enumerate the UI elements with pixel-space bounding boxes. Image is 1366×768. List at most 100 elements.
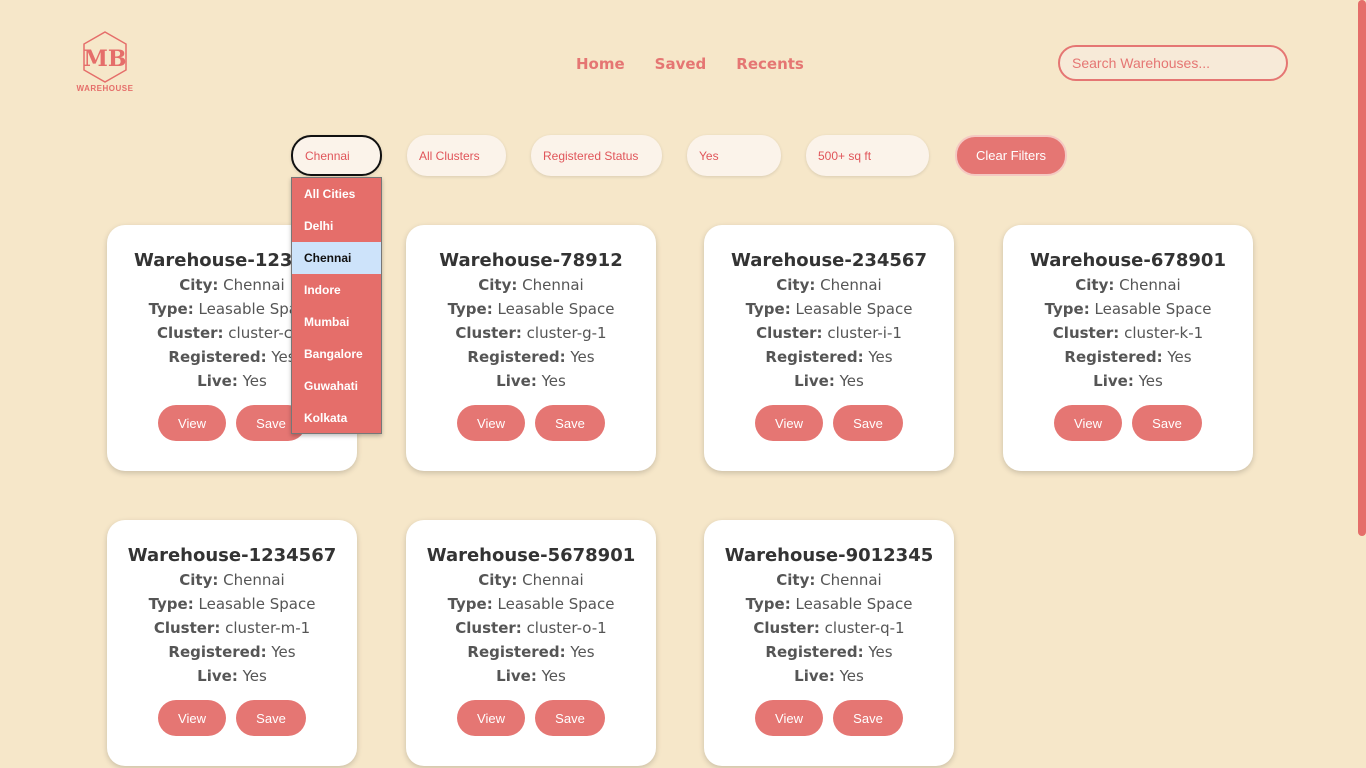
main-nav: Home Saved Recents	[576, 55, 804, 73]
live-filter-select[interactable]: Yes	[687, 135, 781, 176]
city-option[interactable]: Mumbai	[292, 306, 381, 338]
live-row: Live: Yes	[406, 664, 656, 688]
warehouse-name: Warehouse-78912	[439, 250, 623, 271]
registered-row: Registered: Yes	[704, 640, 954, 664]
registered-label: Registered:	[765, 348, 864, 366]
cluster-filter-select[interactable]: All Clusters	[407, 135, 506, 176]
card-actions: View Save	[107, 700, 357, 736]
cluster-row: Cluster: cluster-m-1	[107, 616, 357, 640]
search-input[interactable]	[1058, 45, 1288, 81]
registered-row: Registered: Yes	[1003, 345, 1253, 369]
registered-value: Yes	[868, 348, 893, 366]
type-value: Leasable Space	[1094, 300, 1212, 318]
nav-saved[interactable]: Saved	[655, 55, 707, 73]
city-option[interactable]: Kolkata	[292, 402, 381, 434]
view-button[interactable]: View	[457, 405, 525, 441]
live-label: Live:	[197, 667, 238, 685]
brand-logo[interactable]: MB WAREHOUSE	[76, 30, 134, 94]
view-button[interactable]: View	[1054, 405, 1122, 441]
registered-value: Yes	[570, 348, 595, 366]
type-row: Type: Leasable Space	[1003, 297, 1253, 321]
city-option[interactable]: Guwahati	[292, 370, 381, 402]
type-row: Type: Leasable Space	[704, 297, 954, 321]
city-dropdown-list: All Cities Delhi Chennai Indore Mumbai B…	[291, 177, 382, 434]
save-button[interactable]: Save	[535, 700, 605, 736]
view-button[interactable]: View	[755, 700, 823, 736]
city-option[interactable]: Indore	[292, 274, 381, 306]
cluster-label: Cluster:	[756, 324, 823, 342]
cluster-value: cluster-o-1	[526, 619, 607, 637]
type-label: Type:	[148, 300, 194, 318]
city-label: City:	[776, 571, 816, 589]
card-actions: View Save	[704, 700, 954, 736]
live-value: Yes	[242, 372, 267, 390]
clear-filters-button[interactable]: Clear Filters	[955, 135, 1067, 176]
nav-home[interactable]: Home	[576, 55, 625, 73]
city-option[interactable]: All Cities	[292, 178, 381, 210]
type-label: Type:	[447, 300, 493, 318]
cluster-label: Cluster:	[1052, 324, 1120, 342]
cluster-row: Cluster: cluster-g-1	[406, 321, 656, 345]
type-value: Leasable Space	[497, 595, 615, 613]
page-scrollbar[interactable]	[1358, 0, 1366, 536]
city-label: City:	[1075, 276, 1115, 294]
warehouse-name: Warehouse-5678901	[426, 545, 636, 566]
city-label: City:	[179, 276, 219, 294]
cluster-label: Cluster:	[455, 324, 522, 342]
live-row: Live: Yes	[1003, 369, 1253, 393]
save-button[interactable]: Save	[833, 405, 903, 441]
view-button[interactable]: View	[158, 405, 226, 441]
city-value: Chennai	[522, 571, 584, 589]
city-option[interactable]: Bangalore	[292, 338, 381, 370]
registered-label: Registered:	[467, 643, 566, 661]
cluster-row: Cluster: cluster-q-1	[704, 616, 954, 640]
live-value: Yes	[242, 667, 267, 685]
view-button[interactable]: View	[158, 700, 226, 736]
live-label: Live:	[794, 372, 835, 390]
live-label: Live:	[496, 667, 537, 685]
cluster-label: Cluster:	[455, 619, 522, 637]
live-label: Live:	[197, 372, 238, 390]
city-row: City: Chennai	[704, 568, 954, 592]
view-button[interactable]: View	[457, 700, 525, 736]
registered-value: Yes	[868, 643, 893, 661]
warehouse-card: Warehouse-78912 City: Chennai Type: Leas…	[406, 225, 656, 471]
cluster-value: cluster-k-1	[1124, 324, 1204, 342]
warehouse-name: Warehouse-234567	[731, 250, 927, 271]
view-button[interactable]: View	[755, 405, 823, 441]
registered-label: Registered:	[1064, 348, 1163, 366]
live-label: Live:	[794, 667, 835, 685]
card-actions: View Save	[704, 405, 954, 441]
live-row: Live: Yes	[107, 664, 357, 688]
city-value: Chennai	[820, 276, 882, 294]
city-label: City:	[478, 571, 518, 589]
warehouse-card: Warehouse-1234567 City: Chennai Type: Le…	[107, 520, 357, 766]
save-button[interactable]: Save	[236, 700, 306, 736]
live-value: Yes	[1138, 372, 1163, 390]
city-option-selected[interactable]: Chennai	[292, 242, 381, 274]
card-actions: View Save	[1003, 405, 1253, 441]
city-value: Chennai	[223, 276, 285, 294]
city-filter-select[interactable]: Chennai	[291, 135, 382, 176]
save-button[interactable]: Save	[1132, 405, 1202, 441]
nav-recents[interactable]: Recents	[736, 55, 804, 73]
live-row: Live: Yes	[406, 369, 656, 393]
registered-label: Registered:	[168, 348, 267, 366]
save-button[interactable]: Save	[833, 700, 903, 736]
type-value: Leasable Space	[497, 300, 615, 318]
type-label: Type:	[1044, 300, 1090, 318]
live-value: Yes	[541, 667, 566, 685]
registered-filter-select[interactable]: Registered Status	[531, 135, 662, 176]
registered-value: Yes	[271, 643, 296, 661]
registered-row: Registered: Yes	[406, 640, 656, 664]
live-value: Yes	[541, 372, 566, 390]
warehouse-card: Warehouse-678901 City: Chennai Type: Lea…	[1003, 225, 1253, 471]
type-value: Leasable Space	[198, 595, 316, 613]
cluster-value: cluster-g-1	[526, 324, 607, 342]
city-row: City: Chennai	[1003, 273, 1253, 297]
warehouse-name: Warehouse-1234567	[127, 545, 337, 566]
size-filter-select[interactable]: 500+ sq ft	[806, 135, 929, 176]
cluster-label: Cluster:	[753, 619, 820, 637]
save-button[interactable]: Save	[535, 405, 605, 441]
city-option[interactable]: Delhi	[292, 210, 381, 242]
